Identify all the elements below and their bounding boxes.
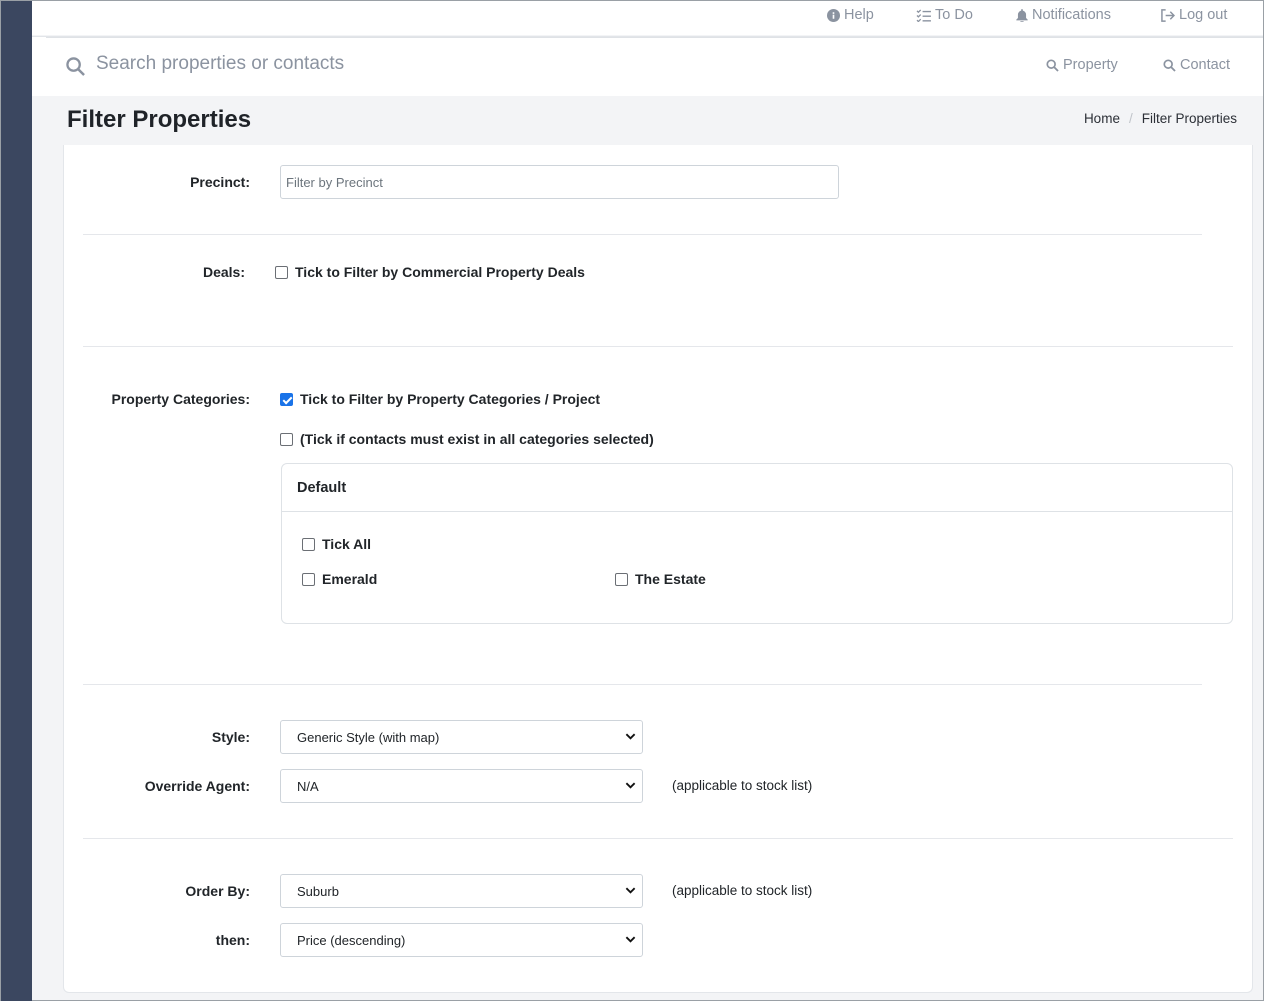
checklist-icon [916, 8, 931, 22]
logout-link[interactable]: Log out [1160, 7, 1227, 23]
breadcrumb-home[interactable]: Home [1084, 111, 1120, 126]
then-select[interactable]: Price (descending) [280, 923, 643, 957]
order-by-value: Suburb [297, 884, 339, 899]
divider [46, 37, 1263, 38]
tick-all-checkbox[interactable] [302, 538, 315, 551]
help-label: Help [844, 7, 874, 23]
divider [83, 346, 1233, 347]
divider [83, 234, 1202, 235]
style-select-value: Generic Style (with map) [297, 730, 440, 745]
breadcrumb-current: Filter Properties [1141, 111, 1237, 126]
all-categories-bold: all [499, 431, 516, 447]
todo-link[interactable]: To Do [916, 7, 973, 23]
sidebar [1, 1, 32, 1001]
search-input[interactable] [96, 53, 696, 75]
order-by-label: Order By: [185, 883, 250, 899]
filter-form-card: Precinct: Deals: Tick to Filter by Comme… [63, 145, 1253, 993]
then-select-value: Price (descending) [297, 933, 406, 948]
chevron-down-icon [625, 733, 636, 740]
search-bar: Property Contact [32, 36, 1263, 96]
chevron-down-icon [625, 782, 636, 789]
help-link[interactable]: Help [827, 7, 874, 23]
all-categories-label: (Tick if contacts must exist in all cate… [300, 431, 654, 447]
deals-checkbox-label: Tick to Filter by Commercial Property De… [295, 264, 585, 280]
contact-link-label: Contact [1180, 57, 1230, 73]
override-agent-value: N/A [297, 779, 319, 794]
chevron-down-icon [625, 887, 636, 894]
then-label: then: [215, 932, 250, 948]
notifications-link[interactable]: Notifications [1016, 7, 1111, 23]
info-icon [827, 8, 840, 22]
breadcrumb-separator: / [1128, 111, 1133, 126]
search-icon [66, 57, 85, 76]
todo-label: To Do [935, 7, 973, 23]
logout-label: Log out [1179, 7, 1228, 23]
order-by-select[interactable]: Suburb [280, 874, 643, 908]
chevron-down-icon [625, 936, 636, 943]
notifications-label: Notifications [1032, 7, 1111, 23]
logout-icon [1161, 8, 1175, 22]
search-icon [1046, 58, 1059, 72]
bell-icon [1016, 8, 1028, 22]
all-categories-suffix: categories selected) [515, 431, 654, 447]
category-panel: Default Tick All Emerald The Estate [281, 463, 1233, 624]
emerald-checkbox[interactable] [302, 573, 315, 586]
order-by-note: (applicable to stock list) [672, 883, 813, 898]
override-agent-note: (applicable to stock list) [672, 778, 813, 793]
page-title: Filter Properties [67, 106, 252, 133]
precinct-label: Precinct: [190, 174, 250, 190]
search-icon [1163, 58, 1176, 72]
all-categories-checkbox[interactable] [280, 433, 293, 446]
deals-label: Deals: [202, 264, 245, 280]
categories-filter-checkbox[interactable] [280, 393, 293, 406]
divider [83, 838, 1233, 839]
the-estate-checkbox[interactable] [615, 573, 628, 586]
divider [83, 684, 1202, 685]
categories-filter-label: Tick to Filter by Property Categories / … [300, 391, 601, 407]
all-categories-prefix: (Tick if contacts must exist in [300, 431, 500, 447]
property-search-link[interactable]: Property [1046, 57, 1118, 73]
tick-all-label: Tick All [322, 536, 372, 552]
style-label: Style: [211, 729, 250, 745]
contact-search-link[interactable]: Contact [1163, 57, 1230, 73]
precinct-input[interactable] [280, 165, 839, 199]
style-select[interactable]: Generic Style (with map) [280, 720, 643, 754]
property-categories-label: Property Categories: [111, 391, 250, 407]
override-agent-label: Override Agent: [144, 778, 250, 794]
top-bar: Help To Do Notifications Log out [32, 1, 1263, 35]
breadcrumb: Home / Filter Properties [1084, 111, 1237, 126]
property-link-label: Property [1063, 57, 1118, 73]
deals-checkbox[interactable] [275, 266, 288, 279]
category-panel-title: Default [297, 480, 347, 496]
emerald-label: Emerald [322, 571, 378, 587]
category-panel-header: Default [282, 464, 1232, 512]
the-estate-label: The Estate [635, 571, 706, 587]
override-agent-select[interactable]: N/A [280, 769, 643, 803]
page-header: Filter Properties Home / Filter Properti… [32, 97, 1263, 145]
